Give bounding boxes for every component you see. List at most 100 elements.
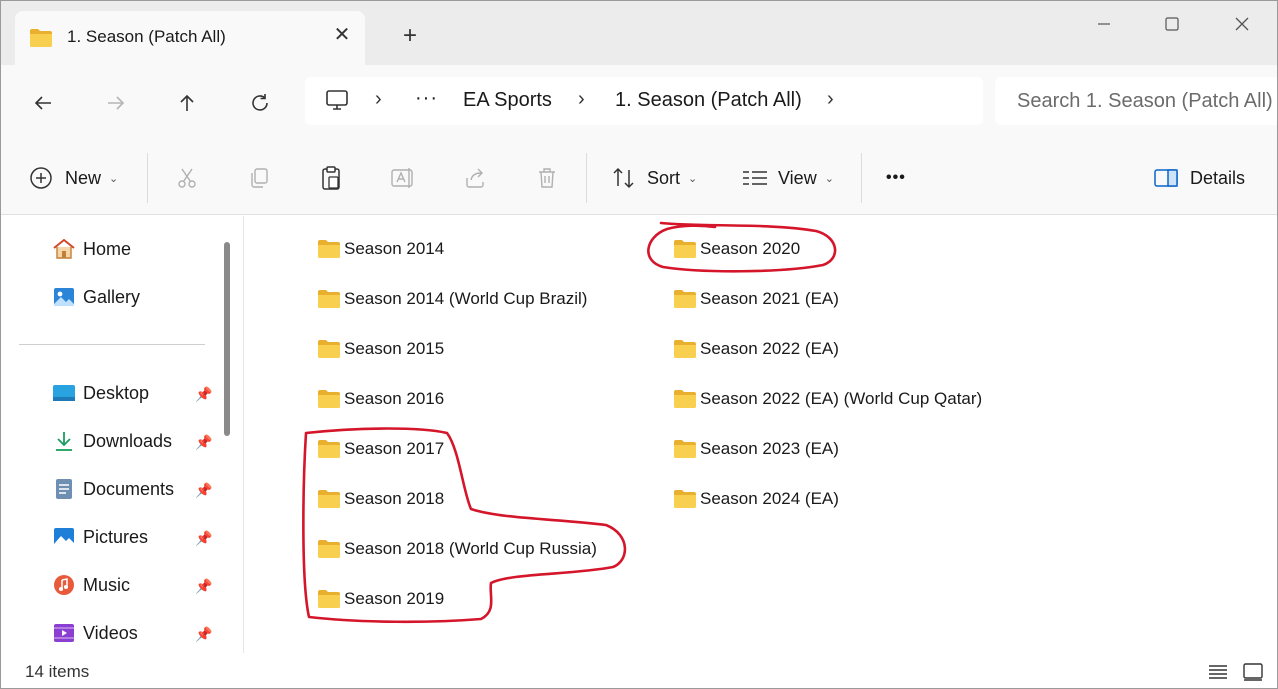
breadcrumb-separator-icon[interactable]: › <box>578 88 585 111</box>
pin-icon[interactable]: 📌 <box>195 482 212 499</box>
sidebar-item-gallery[interactable]: Gallery <box>51 281 140 313</box>
sort-icon <box>613 167 634 189</box>
divider <box>147 153 148 203</box>
view-label: View <box>778 167 817 188</box>
list-item[interactable]: Season 2015 <box>317 334 444 364</box>
breadcrumb-separator-icon[interactable]: › <box>827 88 834 111</box>
list-item[interactable]: Season 2017 <box>317 434 444 464</box>
this-pc-icon[interactable] <box>325 89 349 116</box>
scissors-icon <box>178 168 196 188</box>
cut-button[interactable] <box>172 163 202 193</box>
list-item[interactable]: Season 2020 <box>673 234 800 264</box>
delete-button[interactable] <box>532 163 562 193</box>
list-item[interactable]: Season 2024 (EA) <box>673 484 839 514</box>
folder-icon <box>674 390 696 408</box>
forward-button[interactable] <box>98 85 134 121</box>
tab-current-folder[interactable]: 1. Season (Patch All) ✕ <box>15 11 365 65</box>
pin-icon[interactable]: 📌 <box>195 578 212 595</box>
breadcrumb-current-folder[interactable]: 1. Season (Patch All) <box>615 89 802 112</box>
list-item[interactable]: Season 2018 (World Cup Russia) <box>317 534 597 564</box>
paste-button[interactable] <box>316 163 346 193</box>
folder-name: Season 2018 <box>344 489 445 508</box>
list-item[interactable]: Season 2022 (EA) <box>673 334 839 364</box>
folder-name: Season 2014 (World Cup Brazil) <box>344 289 588 308</box>
new-tab-button[interactable]: + <box>397 23 423 49</box>
view-button[interactable]: View ⌄ <box>742 163 834 193</box>
downloads-icon <box>51 428 77 454</box>
sidebar-item-videos[interactable]: Videos <box>51 617 138 649</box>
breadcrumb-overflow-button[interactable]: ··· <box>415 87 438 110</box>
list-item[interactable]: Season 2018 <box>317 484 444 514</box>
sidebar-item-music[interactable]: Music <box>51 569 130 601</box>
list-item[interactable]: Season 2022 (EA) (World Cup Qatar) <box>673 384 982 414</box>
list-item[interactable]: Season 2016 <box>317 384 444 414</box>
sidebar-item-documents[interactable]: Documents <box>51 473 174 505</box>
back-button[interactable] <box>25 85 61 121</box>
details-button[interactable]: Details <box>1154 163 1245 193</box>
copy-button[interactable] <box>244 163 274 193</box>
folder-icon <box>318 240 340 258</box>
share-button[interactable] <box>460 163 490 193</box>
sidebar-item-label: Gallery <box>83 286 141 307</box>
details-pane-icon <box>1154 169 1178 187</box>
sidebar-item-pictures[interactable]: Pictures <box>51 521 148 553</box>
file-list: Season 2014 Season 2014 (World Cup Brazi… <box>244 216 1277 653</box>
desktop-icon <box>51 380 77 406</box>
sidebar-item-label: Documents <box>83 478 175 499</box>
sidebar-item-label: Music <box>83 574 131 595</box>
address-bar[interactable]: › ··· EA Sports › 1. Season (Patch All) … <box>305 77 983 125</box>
list-item[interactable]: Season 2014 (World Cup Brazil) <box>317 284 587 314</box>
details-view-toggle[interactable] <box>1205 659 1231 685</box>
close-window-button[interactable] <box>1219 9 1265 39</box>
close-tab-icon[interactable]: ✕ <box>331 24 353 46</box>
pin-icon[interactable]: 📌 <box>195 386 212 403</box>
folder-icon <box>674 490 696 508</box>
breadcrumb-ea-sports[interactable]: EA Sports <box>463 89 552 112</box>
videos-icon <box>51 620 77 646</box>
breadcrumb-separator-icon[interactable]: › <box>375 88 382 111</box>
up-button[interactable] <box>169 85 205 121</box>
list-item[interactable]: Season 2014 <box>317 234 444 264</box>
folder-icon <box>318 340 340 358</box>
search-placeholder: Search 1. Season (Patch All) <box>1017 90 1273 112</box>
divider <box>861 153 862 203</box>
home-icon <box>51 236 77 262</box>
sort-button[interactable]: Sort ⌄ <box>611 163 697 193</box>
sidebar-scrollbar[interactable] <box>224 242 230 436</box>
refresh-button[interactable] <box>242 85 278 121</box>
documents-icon <box>51 476 77 502</box>
search-box[interactable]: Search 1. Season (Patch All) <box>995 77 1277 125</box>
folder-icon <box>318 390 340 408</box>
divider <box>586 153 587 203</box>
sidebar-item-desktop[interactable]: Desktop <box>51 377 149 409</box>
folder-name: Season 2023 (EA) <box>700 439 839 458</box>
details-label: Details <box>1190 167 1246 188</box>
sidebar-item-downloads[interactable]: Downloads <box>51 425 172 457</box>
pin-icon[interactable]: 📌 <box>195 434 212 451</box>
more-options-button[interactable]: ••• <box>886 163 906 193</box>
list-item[interactable]: Season 2019 <box>317 584 444 614</box>
sidebar-item-home[interactable]: Home <box>51 233 131 265</box>
pictures-icon <box>51 524 77 550</box>
tiles-view-toggle[interactable] <box>1240 659 1266 685</box>
tab-title: 1. Season (Patch All) <box>67 27 226 46</box>
minimize-button[interactable] <box>1081 9 1127 39</box>
maximize-button[interactable] <box>1149 9 1195 39</box>
folder-icon <box>318 540 340 558</box>
list-item[interactable]: Season 2023 (EA) <box>673 434 839 464</box>
rename-button[interactable] <box>388 163 418 193</box>
share-icon <box>466 168 484 188</box>
pin-icon[interactable]: 📌 <box>195 626 212 643</box>
new-button[interactable]: New ⌄ <box>29 163 118 193</box>
folder-icon <box>318 440 340 458</box>
folder-name: Season 2021 (EA) <box>700 289 839 308</box>
pin-icon[interactable]: 📌 <box>195 530 212 547</box>
folder-icon <box>29 28 53 53</box>
sort-label: Sort <box>647 167 681 188</box>
folder-icon <box>674 240 696 258</box>
view-list-icon <box>743 171 767 185</box>
list-item[interactable]: Season 2021 (EA) <box>673 284 839 314</box>
folder-name: Season 2014 <box>344 239 445 258</box>
tiles-view-icon <box>1243 663 1263 681</box>
trash-icon <box>539 168 555 188</box>
